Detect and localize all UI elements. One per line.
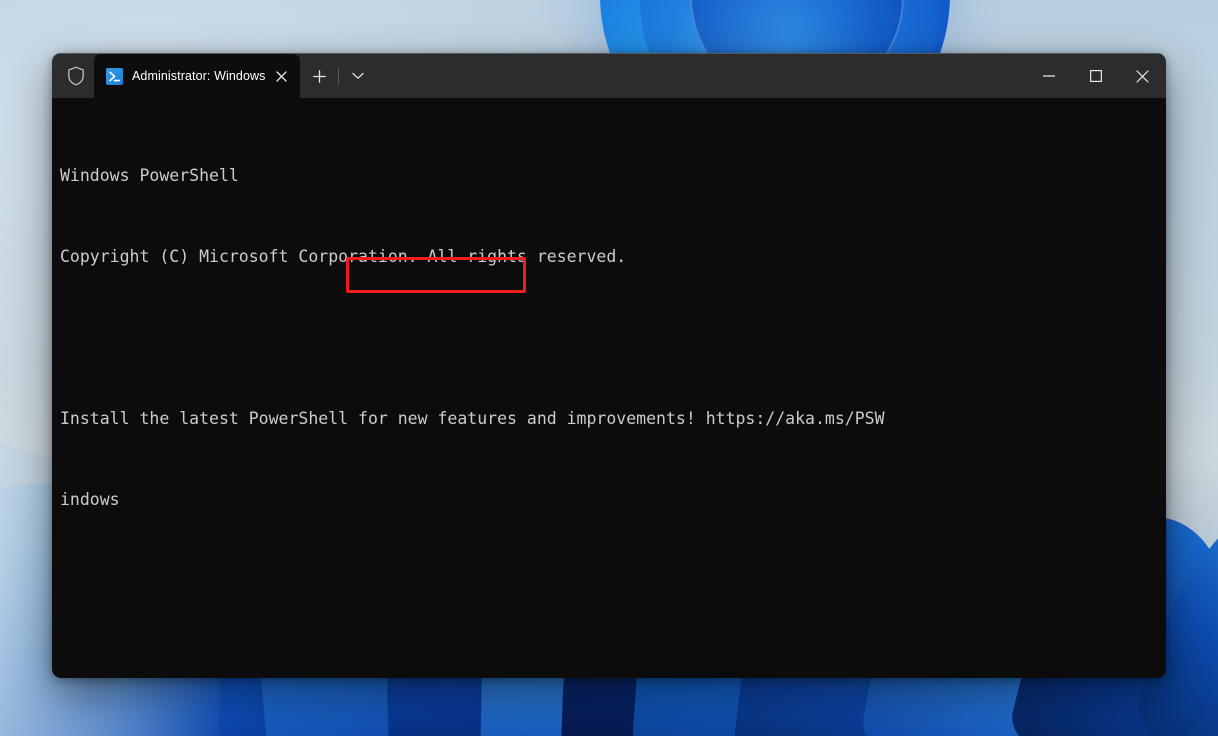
maximize-button[interactable] — [1072, 54, 1119, 98]
shield-icon — [52, 54, 94, 98]
powershell-icon — [106, 67, 123, 85]
terminal-output-area[interactable]: Windows PowerShell Copyright (C) Microso… — [52, 98, 1166, 678]
minimize-button[interactable] — [1025, 54, 1072, 98]
tab-title: Administrator: Windows Powe — [132, 69, 266, 83]
new-tab-button[interactable] — [300, 54, 338, 98]
console-line: indows — [60, 490, 120, 509]
title-bar-drag-region[interactable] — [377, 54, 1025, 98]
terminal-window: Administrator: Windows Powe — [52, 53, 1166, 678]
tab-powershell[interactable]: Administrator: Windows Powe — [94, 54, 300, 98]
chevron-down-icon[interactable] — [339, 54, 377, 98]
close-icon[interactable] — [268, 63, 294, 89]
console-line: Copyright (C) Microsoft Corporation. All… — [60, 247, 627, 266]
desktop-background: Administrator: Windows Powe — [0, 0, 1218, 736]
close-window-button[interactable] — [1119, 54, 1166, 98]
console-line: Install the latest PowerShell for new fe… — [60, 409, 885, 428]
title-bar[interactable]: Administrator: Windows Powe — [52, 53, 1166, 98]
console-line: Windows PowerShell — [60, 166, 239, 185]
console-text: Windows PowerShell Copyright (C) Microso… — [52, 108, 1166, 678]
console-prompt-line: PS C:\Users\Yodel>sfc /scannow — [60, 675, 1166, 678]
